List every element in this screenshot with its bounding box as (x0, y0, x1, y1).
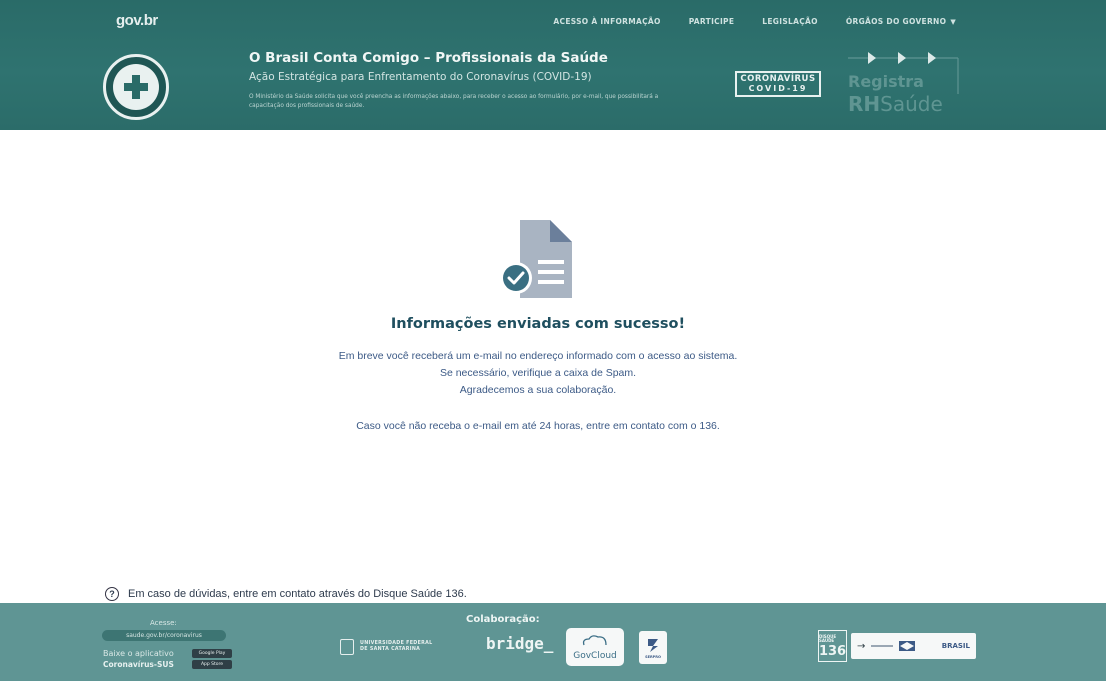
success-message-line-3: Agradecemos a sua colaboração. (459, 384, 617, 396)
rh-text: RH (848, 92, 881, 116)
ufsc-emblem-icon (340, 639, 354, 655)
top-navigation: ACESSO À INFORMAÇÃO PARTICIPE LEGISLAÇÃO… (553, 17, 956, 26)
app-name-label: Coronavírus-SUS (103, 660, 174, 669)
governo-federal-logo-strip[interactable]: → BRASIL (851, 633, 976, 659)
page-title: O Brasil Conta Comigo – Profissionais da… (249, 50, 608, 66)
main-content: Informações enviadas com sucesso! Em bre… (0, 130, 1106, 601)
help-text: Em caso de dúvidas, entre em contato atr… (128, 588, 467, 600)
success-message-line-2: Se necessário, verifique a caixa de Spam… (439, 367, 637, 379)
bridge-logo[interactable]: bridge_ (486, 634, 553, 653)
nav-acesso-informacao[interactable]: ACESSO À INFORMAÇÃO (553, 17, 660, 26)
acesse-label: Acesse: (150, 619, 177, 627)
conta-comigo-seal-logo (103, 54, 169, 120)
nav-orgaos-label: ÓRGÃOS DO GOVERNO (845, 17, 947, 26)
govbr-logo[interactable]: gov.br (116, 12, 158, 29)
help-line: ? Em caso de dúvidas, entre em contato a… (105, 587, 467, 601)
brasil-flag-icon (899, 641, 916, 651)
site-footer: Acesse: saude.gov.br/coronavirus Baixe o… (0, 603, 1106, 681)
disque-saude-136-logo[interactable]: DISQUE SAÚDE 136 (818, 630, 847, 662)
success-message-line-1: Em breve você receberá um e-mail no ende… (338, 350, 738, 362)
govcloud-text: GovCloud (573, 651, 617, 661)
seal-inner (113, 64, 159, 110)
serpro-text: SERPRO (645, 654, 661, 659)
disque-136-number: 136 (818, 643, 847, 659)
contact-message: Caso você não receba o e-mail em até 24 … (356, 420, 720, 432)
covid-badge-line2: COVID-19 (748, 84, 808, 94)
arrow-right-icon: → (857, 640, 866, 652)
page-subtitle: Ação Estratégica para Enfrentamento do C… (249, 71, 592, 83)
disque-saude-label: DISQUE SAÚDE (819, 633, 837, 643)
brasil-text: BRASIL (941, 642, 970, 650)
success-title: Informações enviadas com sucesso! (390, 316, 686, 332)
google-play-button[interactable]: Google Play (192, 649, 232, 658)
nav-orgaos-do-governo[interactable]: ÓRGÃOS DO GOVERNO ▼ (846, 17, 956, 26)
registra-text: Registra (848, 72, 924, 91)
nav-participe[interactable]: PARTICIPE (689, 17, 735, 26)
saude-coronavirus-link[interactable]: saude.gov.br/coronavirus (102, 630, 226, 641)
page-description: O Ministério da Saúde solicita que você … (249, 94, 659, 109)
baixe-aplicativo-label: Baixe o aplicativo (103, 649, 174, 658)
coronavirus-covid19-badge: CORONAVÍRUS COVID-19 (735, 71, 821, 97)
sus-mark-icon (871, 645, 894, 647)
saude-text: Saúde (880, 92, 943, 116)
serpro-logo[interactable]: SERPRO (639, 631, 667, 664)
covid-badge-line1: CORONAVÍRUS (740, 73, 816, 84)
colaboracao-label: Colaboração: (466, 614, 540, 625)
ufsc-logo[interactable]: UNIVERSIDADE FEDERAL DE SANTA CATARINA (340, 639, 433, 655)
medical-cross-icon (124, 75, 148, 99)
document-check-icon (500, 220, 572, 298)
rh-saude-text: RHSaúde (848, 92, 943, 116)
chevron-down-icon: ▼ (950, 18, 956, 26)
app-store-button[interactable]: App Store (192, 660, 232, 669)
question-mark-icon: ? (105, 587, 119, 601)
serpro-mark-icon (648, 638, 658, 652)
govcloud-logo[interactable]: GovCloud (566, 628, 624, 666)
cloud-icon (582, 635, 607, 646)
site-header: gov.br ACESSO À INFORMAÇÃO PARTICIPE LEG… (0, 0, 1106, 130)
ufsc-text: UNIVERSIDADE FEDERAL DE SANTA CATARINA (360, 641, 433, 653)
ufsc-line-2: DE SANTA CATARINA (360, 647, 421, 652)
nav-legislacao[interactable]: LEGISLAÇÃO (762, 17, 818, 26)
